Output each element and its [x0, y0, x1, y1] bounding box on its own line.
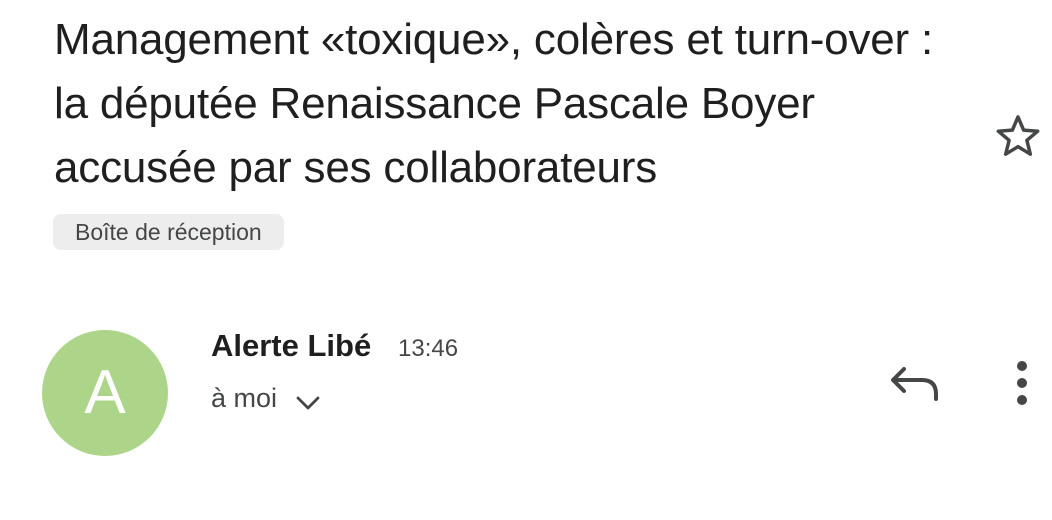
more-options-button[interactable]: [1000, 355, 1044, 411]
inbox-label-chip[interactable]: Boîte de réception: [53, 214, 284, 250]
sender-name: Alerte Libé: [211, 328, 372, 363]
more-vertical-icon: [1017, 361, 1027, 405]
email-time: 13:46: [398, 335, 459, 362]
star-outline-icon: [996, 115, 1040, 156]
sender-avatar[interactable]: A: [42, 330, 168, 456]
star-button[interactable]: [990, 108, 1046, 164]
recipient-label: à moi: [211, 383, 278, 413]
recipient-details-toggle[interactable]: à moi: [211, 378, 321, 418]
reply-button[interactable]: [884, 355, 944, 411]
email-subject: Management «toxique», colères et turn-ov…: [54, 15, 934, 192]
reply-icon: [891, 367, 938, 401]
chevron-down-icon: [295, 395, 321, 411]
